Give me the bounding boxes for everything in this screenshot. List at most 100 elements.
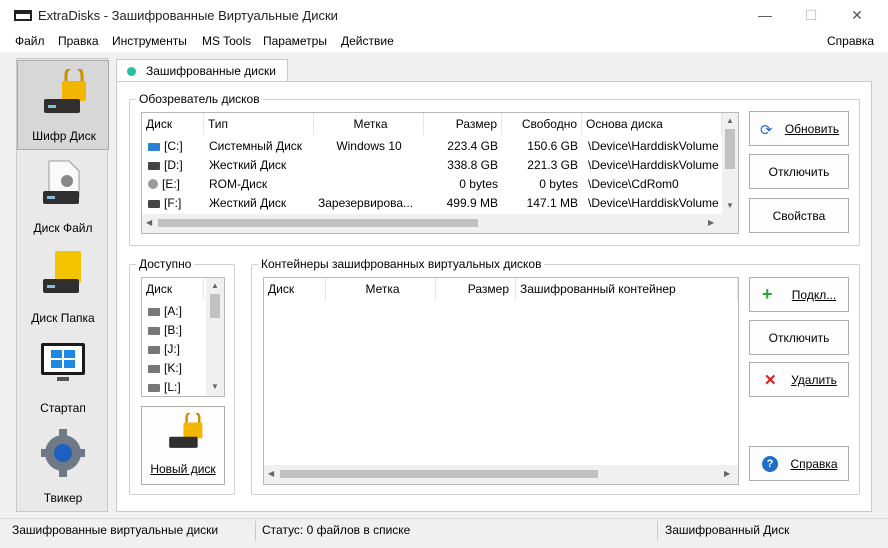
disk-list-hscroll[interactable]: ◀ ▶ <box>142 214 738 233</box>
scroll-thumb[interactable] <box>725 129 735 169</box>
menu-action[interactable]: Действие <box>341 34 394 48</box>
disconnect-container-label: Отключить <box>768 330 830 345</box>
delete-button[interactable]: ✕ Удалить <box>749 362 849 397</box>
help-label: Справка <box>790 456 838 471</box>
refresh-label: Обновить <box>784 121 840 136</box>
tab-encrypted-disks[interactable]: Зашифрованные диски <box>116 59 288 82</box>
scroll-left-icon[interactable]: ◀ <box>268 469 274 478</box>
encrypted-disk-icon <box>44 69 86 113</box>
cell-size: 338.8 GB <box>447 158 498 172</box>
scroll-up-icon[interactable]: ▲ <box>726 116 734 125</box>
help-button[interactable]: ? Справка <box>749 446 849 481</box>
cell-free: 0 bytes <box>539 177 578 191</box>
list-item[interactable]: [L:] <box>148 378 204 396</box>
sidebar-item-startup[interactable]: Стартап <box>17 331 109 421</box>
tab-status-dot-icon <box>127 67 136 76</box>
app-drive-icon <box>14 10 32 21</box>
menu-tools[interactable]: Инструменты <box>112 34 187 48</box>
list-item[interactable]: [K:] <box>148 359 204 378</box>
status-middle: Статус: 0 файлов в списке <box>262 523 411 537</box>
list-item[interactable]: [J:] <box>148 340 204 359</box>
system-drive-icon <box>148 143 160 151</box>
sidebar-label-startup: Стартап <box>40 401 86 415</box>
scroll-thumb[interactable] <box>210 294 220 318</box>
disk-browser-list[interactable]: Диск Тип Метка Размер Свободно Основа ди… <box>141 112 739 234</box>
scroll-thumb[interactable] <box>280 470 598 478</box>
col-container-label[interactable]: Метка <box>326 278 436 300</box>
sidebar-item-file-disk[interactable]: Диск Файл <box>17 151 109 241</box>
hard-drive-icon <box>148 346 160 354</box>
cd-rom-icon <box>148 179 158 189</box>
status-right: Зашифрованный Диск <box>665 523 790 537</box>
disconnect-disk-button[interactable]: Отключить <box>749 154 849 189</box>
sidebar-item-folder-disk[interactable]: Диск Папка <box>17 241 109 331</box>
cell-label: Windows 10 <box>336 139 402 153</box>
menu-help[interactable]: Справка <box>827 34 874 48</box>
col-type[interactable]: Тип <box>204 113 314 135</box>
maximize-button[interactable]: ☐ <box>788 0 834 31</box>
menu-file[interactable]: Файл <box>15 34 45 48</box>
status-bar: Зашифрованные виртуальные диски Статус: … <box>0 518 888 542</box>
delete-label: Удалить <box>791 372 837 387</box>
sidebar-label-tweaker: Твикер <box>43 491 83 505</box>
col-base[interactable]: Основа диска <box>582 113 722 135</box>
disconnect-label: Отключить <box>768 164 830 179</box>
col-disk[interactable]: Диск <box>142 113 204 135</box>
cell-label <box>314 156 424 175</box>
list-item[interactable]: [A:] <box>148 302 204 321</box>
col-free[interactable]: Свободно <box>502 113 582 135</box>
scroll-thumb[interactable] <box>158 219 478 227</box>
containers-hscroll[interactable]: ◀ ▶ <box>264 465 738 484</box>
menu-ms-tools[interactable]: MS Tools <box>202 34 251 48</box>
col-container-size[interactable]: Размер <box>436 278 516 300</box>
properties-button[interactable]: Свойства <box>749 198 849 233</box>
properties-label: Свойства <box>772 208 826 223</box>
drive-letter: [K:] <box>164 361 183 375</box>
cell-free: 147.1 MB <box>526 196 578 210</box>
menu-edit[interactable]: Правка <box>58 34 99 48</box>
disk-list-vscroll[interactable]: ▲ ▼ <box>722 113 738 214</box>
available-vscroll[interactable]: ▲ ▼ <box>206 278 224 396</box>
tweaker-gear-icon <box>41 429 85 477</box>
cell-base: \Device\CdRom0 <box>588 177 679 191</box>
sidebar-item-encrypted-disk[interactable]: Шифр Диск <box>17 60 109 150</box>
refresh-button[interactable]: ⟳ Обновить <box>749 111 849 146</box>
minimize-button[interactable]: — <box>742 0 788 31</box>
close-button[interactable]: ✕ <box>834 0 880 31</box>
file-disk-icon <box>43 160 80 204</box>
containers-list[interactable]: Диск Метка Размер Зашифрованный контейне… <box>263 277 739 485</box>
cell-free: 221.3 GB <box>527 158 578 172</box>
scroll-right-icon[interactable]: ▶ <box>708 218 714 227</box>
scroll-up-icon[interactable]: ▲ <box>211 281 219 290</box>
delete-x-icon: ✕ <box>764 372 777 389</box>
available-drives-list[interactable]: Диск [A:] [B:] [J:] [K:] [L:] ▲ ▼ <box>141 277 225 397</box>
drive-letter: [A:] <box>164 304 183 318</box>
scroll-down-icon[interactable]: ▼ <box>726 201 734 210</box>
col-container-file[interactable]: Зашифрованный контейнер <box>516 278 738 300</box>
title-bar: ExtraDisks - Зашифрованные Виртуальные Д… <box>0 0 888 31</box>
folder-disk-icon <box>43 251 81 293</box>
list-item[interactable]: [B:] <box>148 321 204 340</box>
menu-options[interactable]: Параметры <box>263 34 327 48</box>
col-container-disk[interactable]: Диск <box>264 278 326 300</box>
help-icon: ? <box>762 456 778 472</box>
new-disk-label: Новый диск <box>150 462 216 476</box>
containers-legend: Контейнеры зашифрованных виртуальных дис… <box>261 257 542 271</box>
cell-label: Зарезервирова... <box>318 196 414 210</box>
new-disk-button[interactable]: Новый диск <box>141 406 225 485</box>
scroll-left-icon[interactable]: ◀ <box>146 218 152 227</box>
sidebar-item-tweaker[interactable]: Твикер <box>17 421 109 511</box>
sidebar-label-folder-disk: Диск Папка <box>31 311 95 325</box>
refresh-icon: ⟳ <box>760 122 773 139</box>
status-separator <box>255 521 256 541</box>
col-label[interactable]: Метка <box>314 113 424 135</box>
col-size[interactable]: Размер <box>424 113 502 135</box>
col-available-disk[interactable]: Диск <box>142 278 204 300</box>
window-title: ExtraDisks - Зашифрованные Виртуальные Д… <box>38 8 338 23</box>
sidebar: Шифр Диск Диск Файл Диск Папка Стартап Т… <box>16 58 109 512</box>
connect-button[interactable]: + Подкл... <box>749 277 849 312</box>
disconnect-container-button[interactable]: Отключить <box>749 320 849 355</box>
cell-size: 0 bytes <box>459 177 498 191</box>
scroll-down-icon[interactable]: ▼ <box>211 382 219 391</box>
scroll-right-icon[interactable]: ▶ <box>724 469 730 478</box>
